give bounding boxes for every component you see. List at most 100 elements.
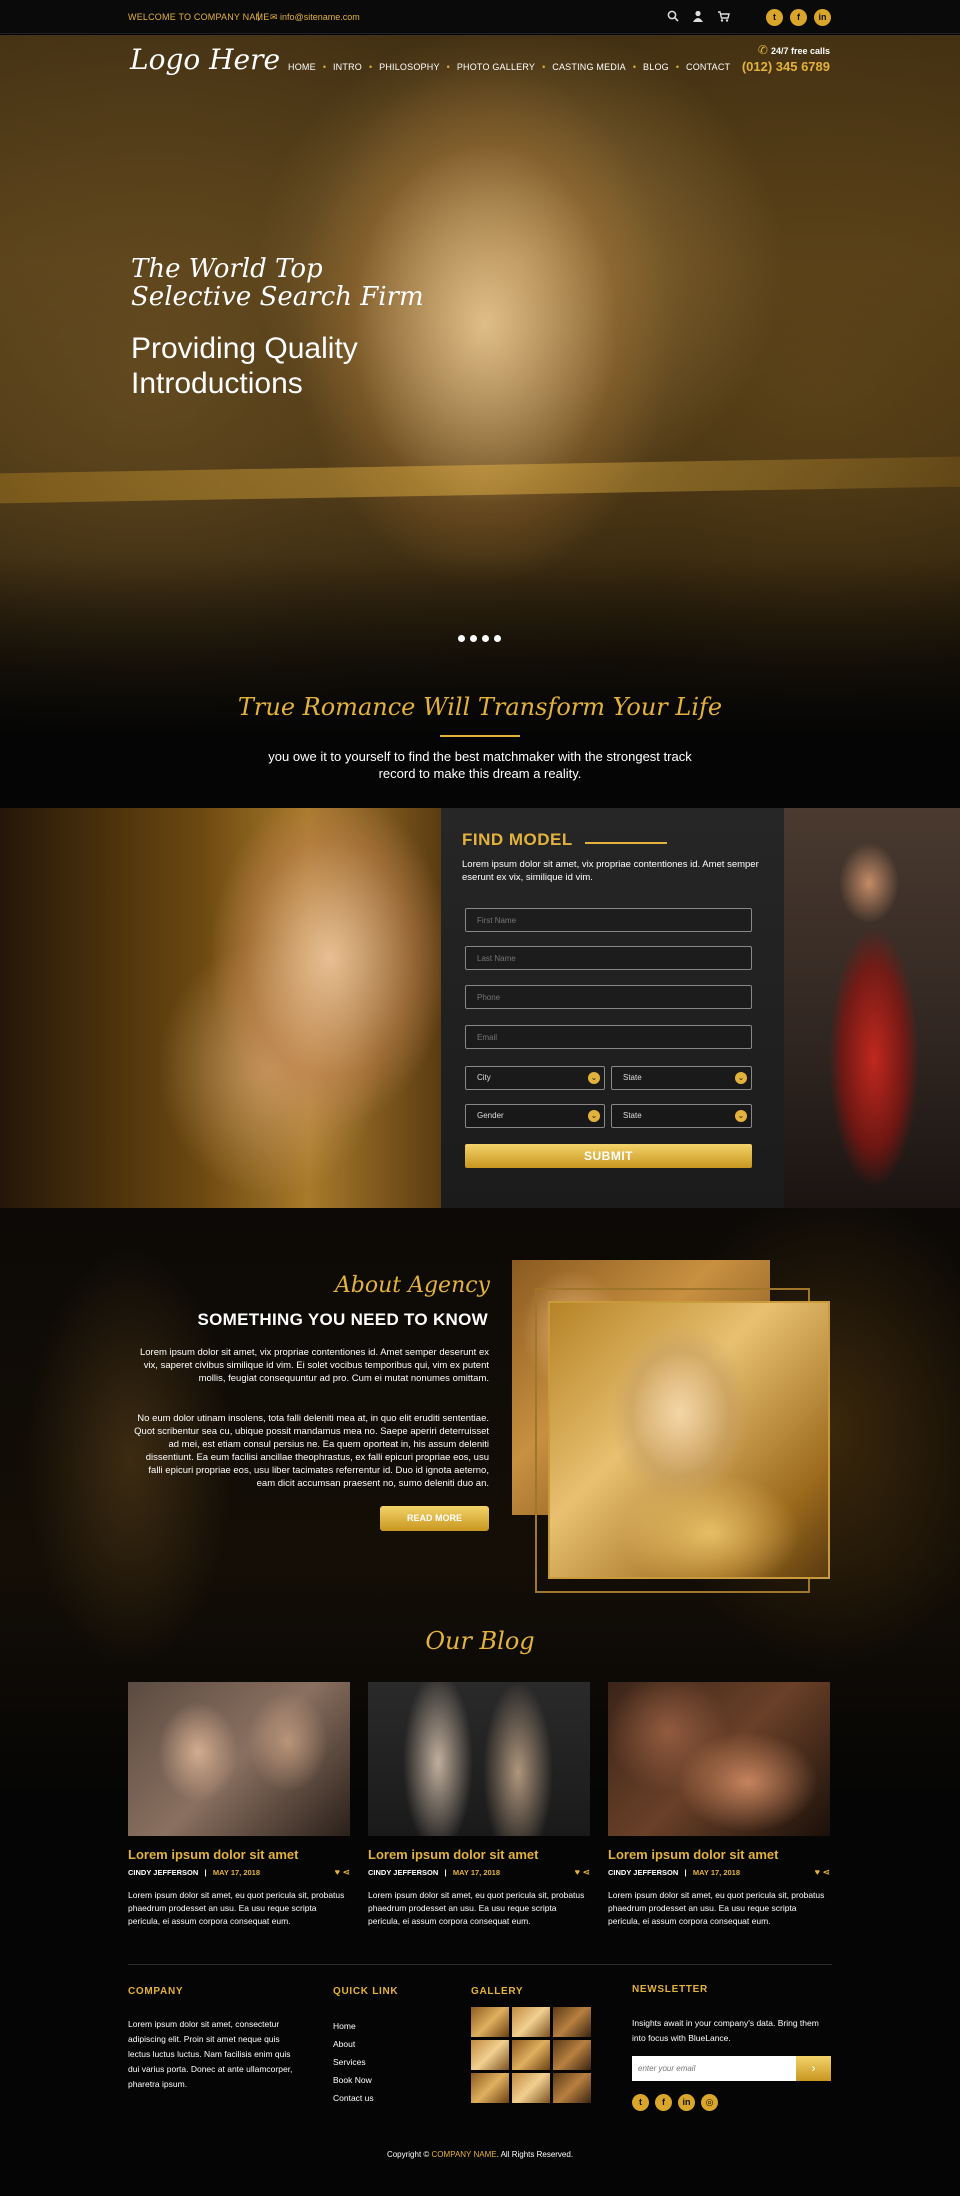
gallery-thumb[interactable] [553, 2040, 591, 2070]
email-field[interactable] [465, 1025, 752, 1049]
about-image-front [548, 1301, 830, 1579]
linkedin-icon[interactable]: in [678, 2094, 695, 2111]
heart-icon[interactable]: ♥ [815, 1867, 820, 1877]
copyright-company[interactable]: COMPANY NAME [432, 2150, 497, 2159]
model-face-image [0, 808, 441, 1208]
hero-text: you owe it to yourself to find the best … [268, 749, 692, 781]
tagline-rule [440, 735, 520, 737]
nav-casting-media[interactable]: CASTING MEDIA [545, 62, 633, 72]
slider-dot[interactable] [458, 635, 465, 642]
share-icon[interactable]: ⋖ [582, 1867, 590, 1877]
blog-date: MAY 17, 2018 [452, 1868, 501, 1877]
nav-contact[interactable]: CONTACT [679, 62, 737, 72]
blog-image[interactable] [128, 1682, 350, 1836]
email-text[interactable]: info@sitename.com [280, 12, 360, 22]
hero-script-title: The World Top Selective Search Firm [131, 254, 424, 312]
slider-dots [458, 635, 501, 642]
facebook-icon[interactable]: f [655, 2094, 672, 2111]
nav-intro[interactable]: INTRO [326, 62, 369, 72]
find-model-description: Lorem ipsum dolor sit amet, vix propriae… [462, 859, 759, 883]
nav-philosophy[interactable]: PHILOSOPHY [372, 62, 447, 72]
read-more-button[interactable]: READ MORE [380, 1506, 489, 1531]
footer-newsletter-heading: NEWSLETTER [632, 1984, 708, 1995]
nav-blog[interactable]: BLOG [636, 62, 676, 72]
cart-icon[interactable] [716, 10, 730, 24]
twitter-icon[interactable]: t [632, 2094, 649, 2111]
share-icon[interactable]: ⋖ [822, 1867, 830, 1877]
slider-dot[interactable] [482, 635, 489, 642]
blog-post-title[interactable]: Lorem ipsum dolor sit amet [368, 1847, 590, 1862]
logo[interactable]: Logo Here [130, 43, 280, 76]
state-select[interactable]: State ⌄ [611, 1066, 752, 1090]
dribbble-icon[interactable]: ◎ [701, 2094, 718, 2111]
phone-field[interactable] [465, 985, 752, 1009]
footer-link-services[interactable]: Services [333, 2053, 374, 2071]
slider-dot[interactable] [494, 635, 501, 642]
blog-post-title[interactable]: Lorem ipsum dolor sit amet [608, 1847, 830, 1862]
footer-link-book-now[interactable]: Book Now [333, 2071, 374, 2089]
blog-card: Lorem ipsum dolor sit amet CINDY JEFFERS… [608, 1682, 830, 1928]
chevron-down-icon: ⌄ [588, 1110, 600, 1122]
search-icon[interactable] [666, 10, 680, 24]
last-name-field[interactable] [465, 946, 752, 970]
blog-date: MAY 17, 2018 [692, 1868, 741, 1877]
footer-quick-link-heading: QUICK LINK [333, 1986, 399, 1997]
welcome-text: WELCOME TO COMPANY NAME [128, 12, 270, 22]
newsletter-text: Insights await in your company's data. B… [632, 2018, 819, 2043]
gallery-thumb[interactable] [471, 2007, 509, 2037]
gallery-thumb[interactable] [553, 2007, 591, 2037]
gallery-thumb[interactable] [553, 2073, 591, 2103]
blog-title: Our Blog [425, 1627, 535, 1655]
nav-home[interactable]: HOME [281, 62, 323, 72]
footer-link-about[interactable]: About [333, 2035, 374, 2053]
phone-number[interactable]: (012) 345 6789 [742, 59, 830, 74]
blog-author: CINDY JEFFERSON [128, 1868, 199, 1877]
gallery-thumb[interactable] [512, 2007, 550, 2037]
chevron-down-icon: ⌄ [735, 1072, 747, 1084]
about-paragraph-1: Lorem ipsum dolor sit amet, vix propriae… [139, 1347, 489, 1384]
nav-photo-gallery[interactable]: PHOTO GALLERY [450, 62, 542, 72]
blog-meta: CINDY JEFFERSON | MAY 17, 2018 ♥ ⋖ [608, 1867, 830, 1877]
heart-icon[interactable]: ♥ [575, 1867, 580, 1877]
gallery-thumb[interactable] [471, 2073, 509, 2103]
twitter-icon[interactable]: t [766, 9, 783, 26]
footer-link-contact[interactable]: Contact us [333, 2089, 374, 2107]
about-paragraph-2: No eum dolor utinam insolens, tota falli… [134, 1413, 489, 1489]
hero-tagline: True Romance Will Transform Your Life [237, 693, 723, 721]
newsletter-submit-button[interactable]: › [796, 2056, 831, 2081]
first-name-field[interactable] [465, 908, 752, 932]
gallery-thumb[interactable] [512, 2073, 550, 2103]
blog-post-title[interactable]: Lorem ipsum dolor sit amet [128, 1847, 350, 1862]
gender-select-label: Gender [477, 1111, 504, 1120]
chevron-down-icon: ⌄ [735, 1110, 747, 1122]
blog-image[interactable] [608, 1682, 830, 1836]
model-red-dress-image [784, 808, 960, 1208]
facebook-icon[interactable]: f [790, 9, 807, 26]
topbar-separator: | [257, 11, 260, 22]
footer-quick-links: Home About Services Book Now Contact us [333, 2017, 374, 2107]
footer-company-heading: COMPANY [128, 1986, 184, 1997]
about-heading: SOMETHING YOU NEED TO KNOW [197, 1310, 488, 1329]
copyright: Copyright © COMPANY NAME. All Rights Res… [0, 2150, 960, 2159]
arrow-right-icon: › [811, 2061, 816, 2075]
gallery-thumb[interactable] [512, 2040, 550, 2070]
slider-dot[interactable] [470, 635, 477, 642]
state2-select[interactable]: State ⌄ [611, 1104, 752, 1128]
footer-link-home[interactable]: Home [333, 2017, 374, 2035]
city-select[interactable]: City ⌄ [465, 1066, 605, 1090]
submit-button[interactable]: SUBMIT [465, 1144, 752, 1168]
heart-icon[interactable]: ♥ [335, 1867, 340, 1877]
blog-image[interactable] [368, 1682, 590, 1836]
newsletter-email-input[interactable] [632, 2056, 796, 2081]
blog-card: Lorem ipsum dolor sit amet CINDY JEFFERS… [368, 1682, 590, 1928]
blog-excerpt: Lorem ipsum dolor sit amet, eu quot peri… [368, 1890, 585, 1926]
share-icon[interactable]: ⋖ [342, 1867, 350, 1877]
gender-select[interactable]: Gender ⌄ [465, 1104, 605, 1128]
gallery-thumb[interactable] [471, 2040, 509, 2070]
topbar-email[interactable]: ✉ info@sitename.com [270, 12, 360, 23]
user-icon[interactable] [691, 10, 705, 24]
call-label: 24/7 free calls [770, 46, 830, 56]
phone-icon: ✆ [757, 43, 768, 57]
find-model-title: FIND MODEL [462, 830, 573, 849]
linkedin-icon[interactable]: in [814, 9, 831, 26]
